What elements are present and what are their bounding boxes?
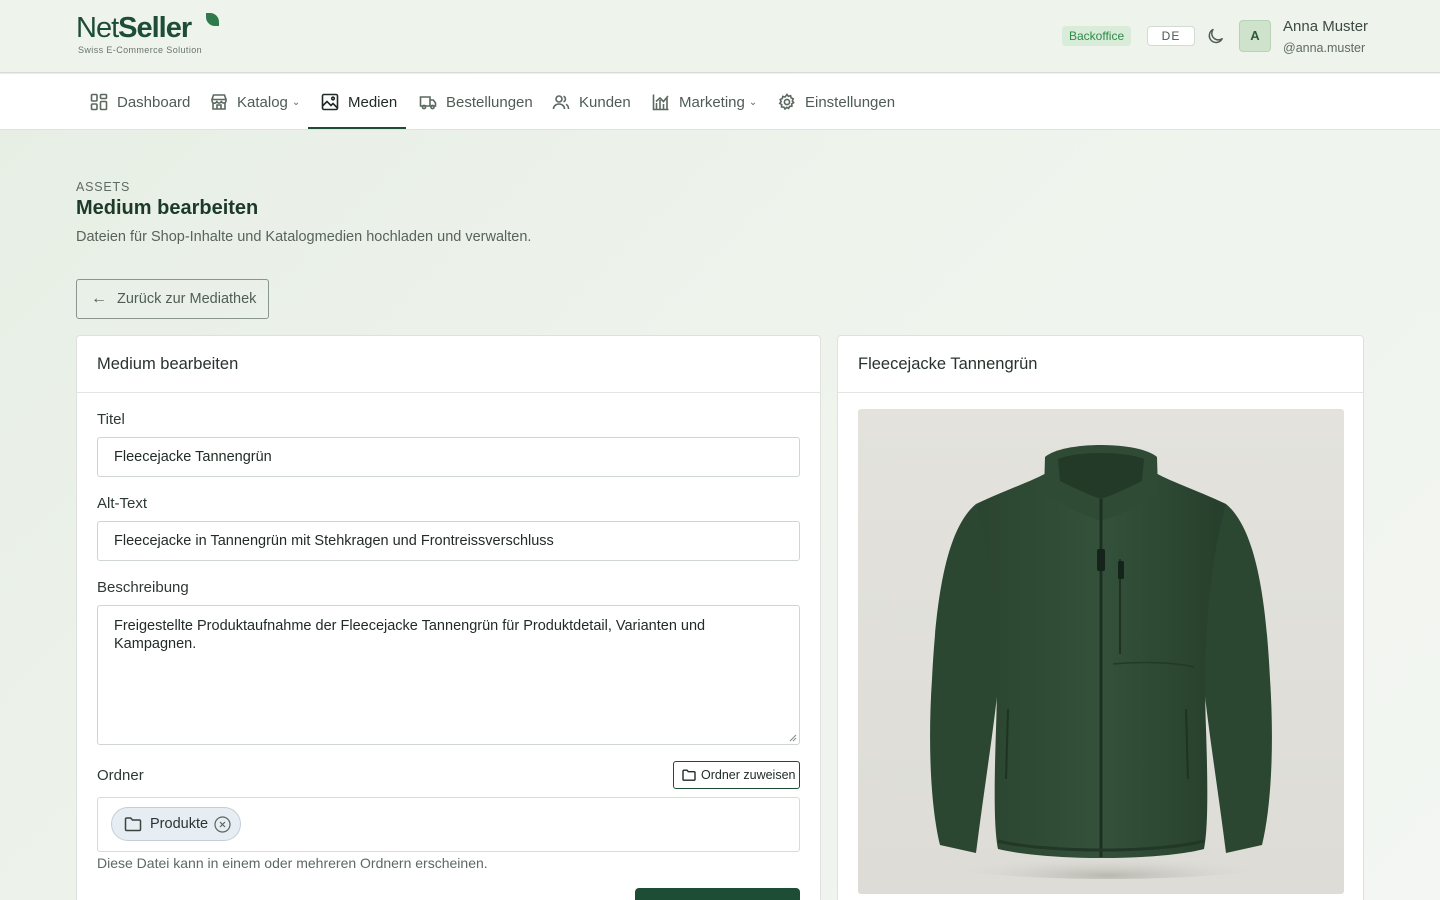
chart-icon <box>652 94 669 111</box>
alt-text-label: Alt-Text <box>97 495 148 512</box>
alt-text-input[interactable]: Fleecejacke in Tannengrün mit Stehkragen… <box>97 521 800 561</box>
nav-item-bestellungen[interactable]: Bestellungen <box>419 74 533 130</box>
nav-item-dashboard[interactable]: Dashboard <box>90 74 190 130</box>
backoffice-badge: Backoffice <box>1062 26 1132 46</box>
folder-chip: Produkte <box>111 807 241 841</box>
nav-item-medien[interactable]: Medien <box>321 74 397 130</box>
product-image <box>858 409 1344 894</box>
nav-label: Einstellungen <box>805 93 896 111</box>
fleece-jacket-image <box>918 445 1298 879</box>
nav-label: Katalog <box>237 93 288 111</box>
description-text: Freigestellte Produktaufnahme der Fleece… <box>114 618 706 652</box>
active-tab-indicator <box>308 127 406 129</box>
back-to-library-button[interactable]: ← Zurück zur Mediathek <box>76 279 269 319</box>
user-name: Anna Muster <box>1283 18 1369 35</box>
gear-icon <box>778 93 795 111</box>
folder-hint: Diese Datei kann in einem oder mehreren … <box>97 855 488 871</box>
netseller-logo[interactable]: NetSeller Swiss E-Commerce Solution <box>76 12 226 58</box>
edit-media-card: Medium bearbeiten Titel Fleecejacke Tann… <box>76 335 821 900</box>
back-button-label: Zurück zur Mediathek <box>117 291 257 307</box>
nav-item-einstellungen[interactable]: Einstellungen <box>778 74 895 130</box>
nav-item-katalog[interactable]: Katalog ⌄ <box>210 74 300 130</box>
nav-label: Bestellungen <box>446 93 533 111</box>
nav-label: Medien <box>348 93 398 111</box>
nav-label: Kunden <box>579 93 631 111</box>
title-input[interactable]: Fleecejacke Tannengrün <box>97 437 800 477</box>
nav-label: Marketing <box>679 93 745 111</box>
description-label: Beschreibung <box>97 579 189 596</box>
page-title: Medium bearbeiten <box>76 197 259 219</box>
logo-tagline: Swiss E-Commerce Solution <box>78 45 203 55</box>
chevron-down-icon: ⌄ <box>291 96 301 108</box>
chevron-down-icon: ⌄ <box>748 96 758 108</box>
logo-wordmark: NetSeller <box>76 12 192 44</box>
moon-icon[interactable] <box>1206 26 1226 46</box>
nav-item-marketing[interactable]: Marketing ⌄ <box>652 74 757 130</box>
preview-title: Fleecejacke Tannengrün <box>838 336 1363 393</box>
folder-chip-label: Produkte <box>150 816 209 832</box>
language-switcher[interactable]: DE <box>1147 26 1195 46</box>
card-title: Medium bearbeiten <box>77 336 820 393</box>
resize-grip-icon[interactable] <box>789 734 797 742</box>
image-icon <box>321 93 339 111</box>
remove-folder-icon[interactable] <box>214 816 231 833</box>
user-handle: @anna.muster <box>1283 41 1366 55</box>
leaf-icon <box>206 13 219 26</box>
avatar[interactable]: A <box>1239 20 1271 52</box>
page-eyebrow: ASSETS <box>76 180 131 194</box>
folder-list: Produkte <box>97 797 800 852</box>
folder-label: Ordner <box>97 767 144 784</box>
assign-folder-label: Ordner zuweisen <box>701 768 796 782</box>
truck-icon <box>419 96 437 110</box>
main-nav: Dashboard Katalog ⌄ Medien Bestellungen … <box>0 74 1440 130</box>
nav-item-kunden[interactable]: Kunden <box>552 74 631 130</box>
nav-label: Dashboard <box>117 93 191 111</box>
assign-folder-button[interactable]: Ordner zuweisen <box>673 761 800 789</box>
users-icon <box>552 95 570 110</box>
folder-icon <box>124 817 142 832</box>
arrow-left-icon: ← <box>91 290 107 307</box>
store-icon <box>211 94 227 110</box>
preview-card: Fleecejacke Tannengrün <box>837 335 1364 900</box>
title-label: Titel <box>97 411 125 428</box>
description-textarea[interactable]: Freigestellte Produktaufnahme der Fleece… <box>97 605 800 745</box>
save-button[interactable] <box>635 888 800 900</box>
top-header: NetSeller Swiss E-Commerce Solution Back… <box>0 0 1440 73</box>
page-subtitle: Dateien für Shop-Inhalte und Katalogmedi… <box>76 229 532 245</box>
dashboard-icon <box>90 93 108 111</box>
folder-icon <box>682 769 696 781</box>
